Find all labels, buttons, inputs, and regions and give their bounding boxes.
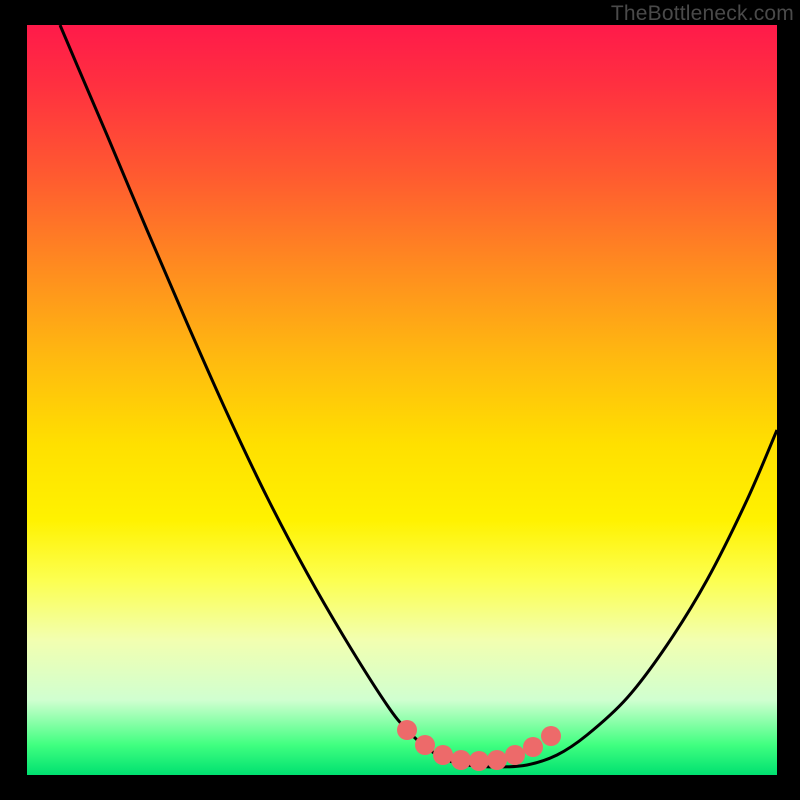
highlight-dot: [487, 750, 507, 770]
highlight-dot: [505, 745, 525, 765]
main-curve: [60, 25, 777, 767]
highlight-dot: [397, 720, 417, 740]
chart-svg: [27, 25, 777, 775]
highlight-dot: [541, 726, 561, 746]
highlight-dot: [523, 737, 543, 757]
highlight-dot: [451, 750, 471, 770]
watermark-text: TheBottleneck.com: [611, 2, 794, 26]
highlight-dot: [433, 745, 453, 765]
highlight-dot: [415, 735, 435, 755]
plot-area: [27, 25, 777, 775]
highlight-dot: [469, 751, 489, 771]
